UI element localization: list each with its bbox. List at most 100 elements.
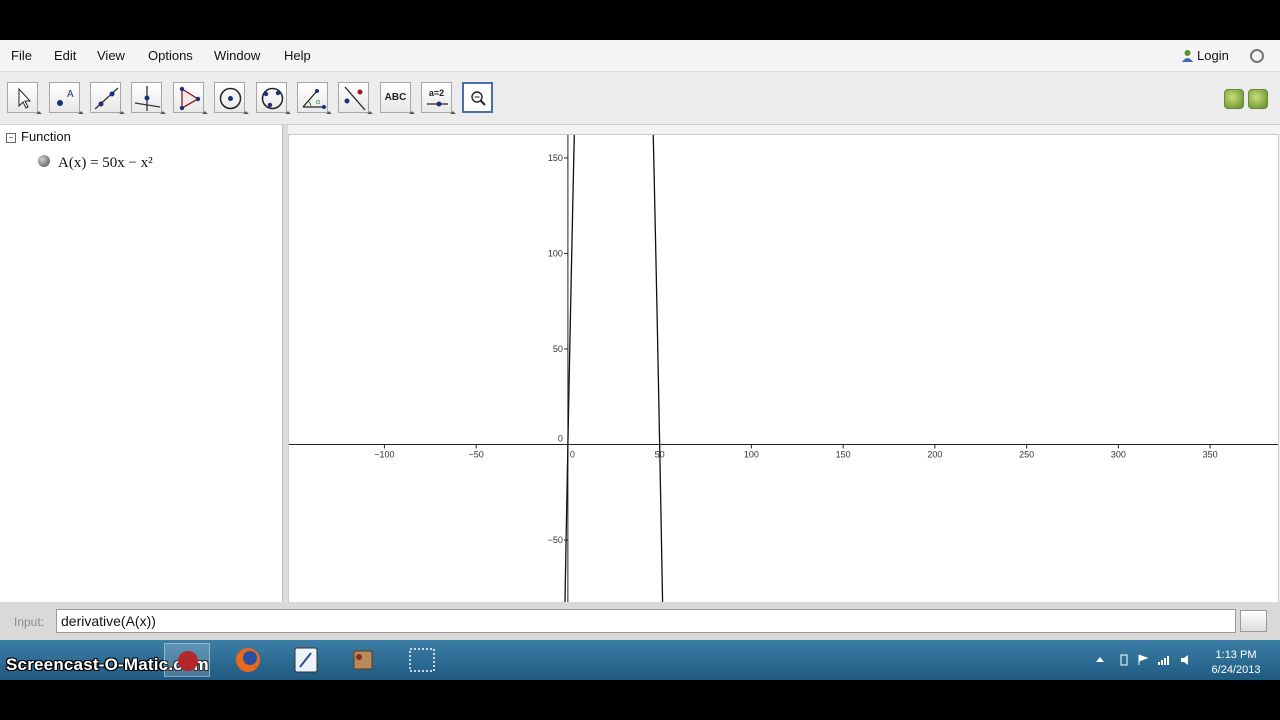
tool-menu-arrow-icon: [326, 111, 332, 117]
show-hidden-icons-icon: [1096, 657, 1104, 662]
x-tick-label: −50: [469, 449, 484, 459]
function-curve: [564, 135, 664, 603]
menu-view[interactable]: View: [97, 48, 125, 63]
category-label: Function: [21, 129, 71, 144]
tool-menu-arrow-icon: [119, 111, 125, 117]
battery-icon: [1120, 654, 1128, 666]
input-field[interactable]: derivative(A(x)): [56, 609, 1236, 633]
tool-menu-arrow-icon: [285, 111, 291, 117]
login-label: Login: [1197, 48, 1229, 63]
x-tick-label: −100: [374, 449, 394, 459]
menu-file[interactable]: File: [11, 48, 32, 63]
taskbar-app-firefox[interactable]: [225, 643, 271, 677]
user-login-icon: [1181, 49, 1194, 62]
x-tick-label: 300: [1111, 449, 1126, 459]
line-tool[interactable]: [90, 82, 125, 117]
angle-icon: α: [302, 89, 326, 109]
y-tick-label: −50: [548, 535, 563, 545]
circle-three-points-tool[interactable]: [256, 82, 291, 117]
menu-window[interactable]: Window: [214, 48, 260, 63]
x-tick-label: 200: [927, 449, 942, 459]
slider-tool[interactable]: a=2: [421, 82, 456, 117]
circle-three-points-icon: [261, 87, 284, 110]
zoom-icon: [471, 91, 486, 106]
perpendicular-icon: [134, 86, 161, 111]
line-through-points-icon: [94, 87, 119, 110]
record-icon: [178, 651, 198, 671]
firefox-icon: [236, 648, 260, 672]
svg-text:α: α: [316, 99, 320, 106]
clock-time: 1:13 PM: [1215, 649, 1257, 661]
circle-center-point-icon: [219, 87, 242, 110]
point-icon: A: [57, 89, 74, 106]
x-tick-label: 0: [570, 449, 575, 459]
menu-bar: File Edit View Options Window Help Login: [0, 40, 1280, 72]
collapse-icon[interactable]: −: [6, 133, 16, 143]
x-tick-label: 250: [1019, 449, 1034, 459]
move-tool[interactable]: [7, 82, 42, 117]
toolbar: A α ABC a=2: [0, 72, 1280, 125]
text-tool-label: ABC: [384, 92, 407, 103]
graphics-view[interactable]: −100 −50 0 50 100 150 200 250 300 350 150 100 50 0 −50: [288, 134, 1279, 604]
reflect-about-line-icon: [344, 86, 366, 111]
arrow-cursor-icon: [18, 87, 32, 109]
geogebra-window: File Edit View Options Window Help Login…: [0, 40, 1280, 680]
polygon-icon: [179, 86, 201, 111]
function-formula[interactable]: A(x) = 50x − x²: [58, 155, 153, 172]
zoom-tool[interactable]: [462, 82, 493, 113]
function-plot: −100 −50 0 50 100 150 200 250 300 350150100500−50: [289, 135, 1278, 603]
tool-menu-arrow-icon: [36, 111, 42, 117]
input-help-button[interactable]: [1240, 610, 1267, 632]
y-tick-label: 150: [548, 153, 563, 163]
flag-icon: [1138, 654, 1149, 665]
tool-menu-arrow-icon: [160, 111, 166, 117]
x-tick-label: 150: [836, 449, 851, 459]
tool-menu-arrow-icon: [243, 111, 249, 117]
slider-icon: [427, 101, 448, 107]
input-label: Input:: [14, 615, 45, 629]
menu-help[interactable]: Help: [284, 48, 311, 63]
perpendicular-line-tool[interactable]: [131, 82, 166, 117]
redo-icon[interactable]: [1248, 89, 1268, 109]
reflect-tool[interactable]: [338, 82, 373, 117]
input-bar: Input: derivative(A(x)): [0, 602, 1280, 640]
angle-tool[interactable]: α: [297, 82, 332, 117]
taskbar-app-tools[interactable]: [340, 643, 386, 677]
algebra-view: − Function A(x) = 50x − x²: [0, 125, 283, 602]
y-tick-label: 0: [558, 433, 563, 443]
tool-menu-arrow-icon: [450, 111, 456, 117]
visibility-toggle-icon[interactable]: [38, 155, 50, 167]
globe-icon[interactable]: [1250, 49, 1264, 63]
y-tick-label: 100: [548, 248, 563, 258]
x-tick-label: 350: [1203, 449, 1218, 459]
x-tick-label: 100: [744, 449, 759, 459]
tool-menu-arrow-icon: [409, 111, 415, 117]
login-button[interactable]: Login: [1181, 48, 1229, 63]
polygon-tool[interactable]: [173, 82, 208, 117]
svg-text:A: A: [67, 89, 74, 100]
system-tray[interactable]: [1093, 653, 1193, 670]
circle-tool[interactable]: [214, 82, 249, 117]
snipping-icon: [409, 648, 435, 672]
network-icon: [1158, 656, 1169, 665]
tool-menu-arrow-icon: [78, 111, 84, 117]
y-tick-label: 50: [553, 344, 563, 354]
clock-date: 6/24/2013: [1211, 664, 1261, 676]
windows-taskbar: Screencast-O-Matic.com 1:13 PM 6/24/2013: [0, 640, 1280, 680]
tool-menu-arrow-icon: [367, 111, 373, 117]
tool-menu-arrow-icon: [202, 111, 208, 117]
taskbar-app-snipping[interactable]: [399, 643, 445, 677]
menu-edit[interactable]: Edit: [54, 48, 76, 63]
undo-icon[interactable]: [1224, 89, 1244, 109]
point-tool[interactable]: A: [49, 82, 84, 117]
taskbar-app-notepad[interactable]: [283, 643, 329, 677]
volume-icon: [1181, 655, 1188, 665]
algebra-category-header[interactable]: − Function: [6, 129, 71, 144]
text-tool[interactable]: ABC: [380, 82, 415, 117]
menu-options[interactable]: Options: [148, 48, 193, 63]
tools-icon: [353, 650, 373, 670]
notepad-icon: [294, 647, 318, 673]
tray-icons: [1096, 654, 1188, 666]
clock[interactable]: 1:13 PM 6/24/2013: [1205, 648, 1267, 678]
taskbar-app-screencast[interactable]: [164, 643, 210, 677]
